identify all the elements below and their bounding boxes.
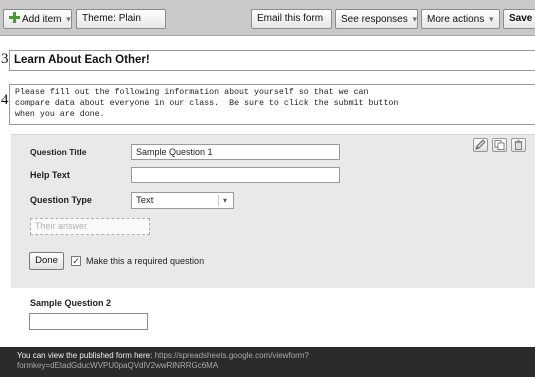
chevron-down-icon: ▾ bbox=[489, 14, 494, 24]
theme-button[interactable]: Theme: Plain bbox=[76, 9, 166, 29]
question-title-label: Question Title bbox=[30, 147, 87, 157]
delete-icon[interactable] bbox=[511, 138, 526, 152]
edit-icon[interactable] bbox=[473, 138, 488, 152]
question-type-value: Text bbox=[136, 195, 154, 206]
question-2-answer-input[interactable] bbox=[29, 313, 148, 330]
chevron-down-icon: ▾ bbox=[218, 195, 231, 206]
answer-preview-field: Their answer bbox=[30, 218, 150, 235]
see-responses-button[interactable]: See responses ▾ bbox=[335, 9, 418, 29]
published-form-footer: You can view the published form here: ht… bbox=[0, 347, 535, 377]
save-label: Save bbox=[509, 13, 533, 24]
see-responses-label: See responses bbox=[341, 14, 408, 25]
form-title-input[interactable]: Learn About Each Other! bbox=[9, 50, 535, 71]
required-label: Make this a required question bbox=[86, 256, 205, 266]
help-text-label: Help Text bbox=[30, 170, 70, 180]
theme-value: Plain bbox=[118, 13, 141, 24]
question-type-select[interactable]: Text ▾ bbox=[131, 192, 234, 209]
chevron-down-icon: ▾ bbox=[66, 14, 71, 24]
footer-text: You can view the published form here: bbox=[17, 351, 153, 360]
chevron-down-icon: ▾ bbox=[412, 14, 418, 24]
help-text-input[interactable] bbox=[131, 167, 340, 183]
email-form-button[interactable]: Email this form bbox=[251, 9, 332, 29]
more-actions-label: More actions bbox=[427, 14, 485, 25]
published-form-link[interactable]: https://spreadsheets.google.com/viewform… bbox=[155, 351, 309, 360]
add-item-button[interactable]: Add item ▾ bbox=[3, 9, 72, 29]
done-button[interactable]: Done bbox=[29, 252, 64, 270]
save-button[interactable]: Save bbox=[503, 9, 535, 29]
question-2-title: Sample Question 2 bbox=[30, 298, 112, 308]
form-description-input[interactable]: Please fill out the following informatio… bbox=[9, 84, 535, 125]
email-form-label: Email this form bbox=[257, 13, 324, 24]
plus-icon bbox=[9, 12, 20, 23]
duplicate-icon[interactable] bbox=[492, 138, 507, 152]
theme-prefix: Theme: bbox=[82, 13, 116, 24]
question-type-label: Question Type bbox=[30, 195, 92, 205]
required-checkbox[interactable]: ✓ bbox=[71, 256, 81, 266]
toolbar: Add item ▾ Theme: Plain Email this form … bbox=[0, 0, 535, 36]
question-title-input[interactable]: Sample Question 1 bbox=[131, 144, 340, 160]
add-item-label: Add item bbox=[22, 14, 62, 25]
more-actions-button[interactable]: More actions ▾ bbox=[421, 9, 500, 29]
published-form-link-continued[interactable]: formkey=dEtadGducWVPU0paQVdlV2wwRlNRRGc6… bbox=[17, 361, 518, 371]
